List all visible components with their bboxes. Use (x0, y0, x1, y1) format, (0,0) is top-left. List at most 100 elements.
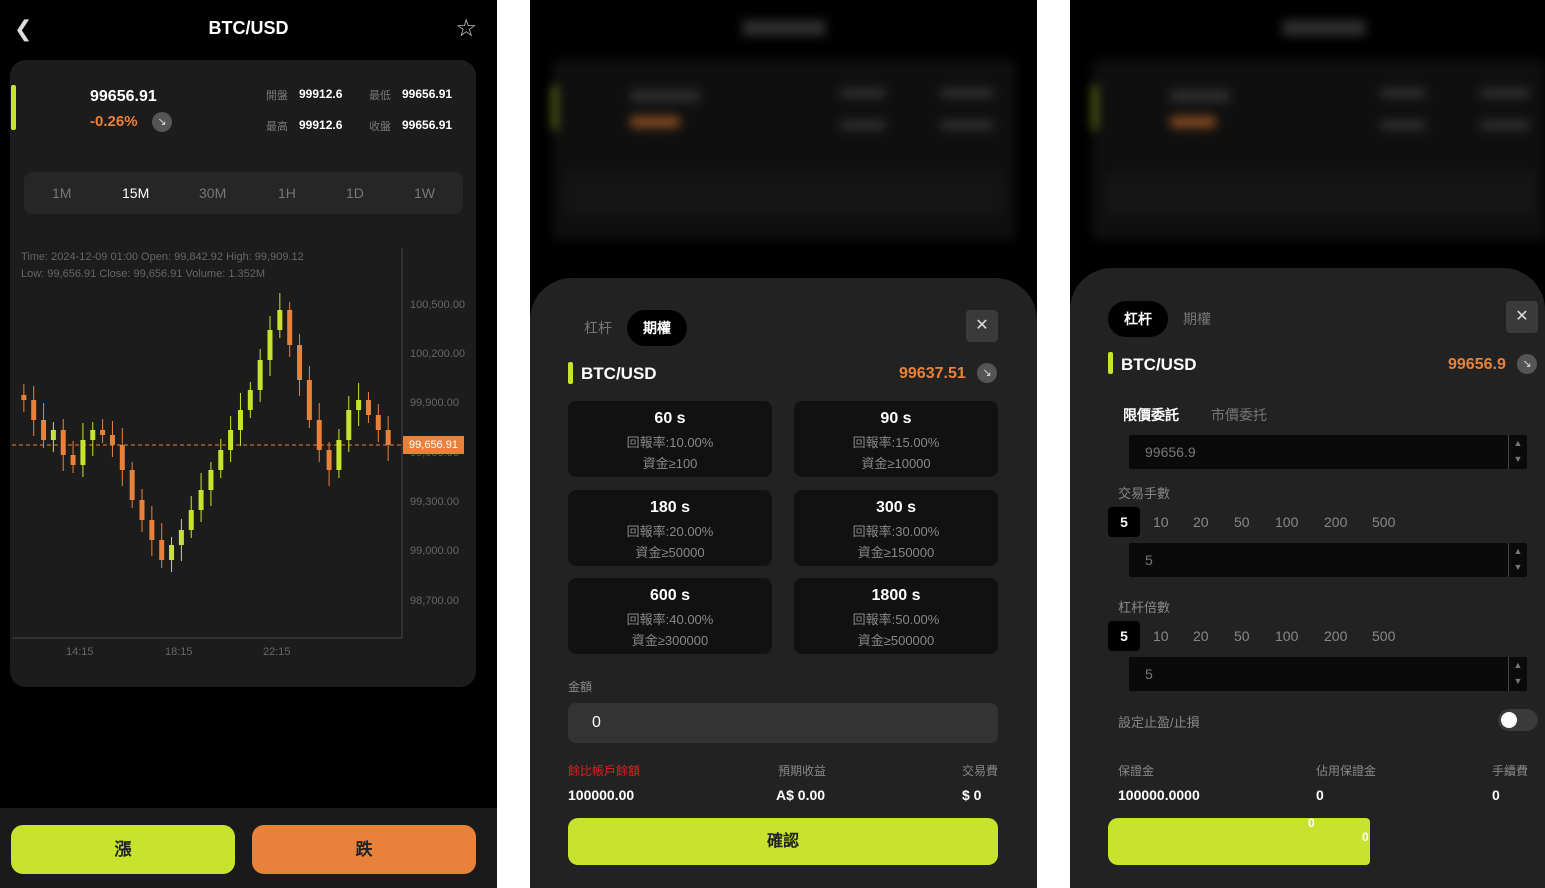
lots-chip[interactable]: 20 (1193, 514, 1209, 530)
option-min: 資金≥300000 (631, 633, 709, 648)
option-card[interactable]: 1800 s 回報率:50.00% 資金≥500000 (794, 578, 998, 654)
option-min: 資金≥50000 (635, 545, 705, 560)
tab-options[interactable]: 期權 (1167, 301, 1227, 337)
option-duration: 1800 s (871, 587, 921, 604)
lots-value: 5 (1145, 552, 1153, 568)
leverage-chip[interactable]: 200 (1324, 628, 1347, 644)
current-price-tag: 99,656.91 (403, 436, 464, 454)
close-icon[interactable]: ✕ (1506, 301, 1538, 333)
leverage-chip[interactable]: 10 (1153, 628, 1169, 644)
option-card[interactable]: 300 s 回報率:30.00% 資金≥150000 (794, 490, 998, 566)
lots-chip[interactable]: 5 (1108, 507, 1140, 537)
option-rate: 回報率:15.00% (852, 435, 940, 450)
option-rate: 回報率:50.00% (852, 612, 940, 627)
fall-button[interactable]: 跌 (252, 825, 476, 874)
close-icon[interactable]: ✕ (966, 310, 998, 342)
leverage-chip[interactable]: 100 (1275, 628, 1298, 644)
leverage-chip[interactable]: 50 (1234, 628, 1250, 644)
lots-stepper[interactable]: ▲ ▼ (1508, 543, 1527, 577)
y-tick: 100,200.00 (410, 348, 466, 360)
fee-value: 0 (1492, 787, 1500, 803)
leverage-input[interactable]: 5 ▲ ▼ (1129, 657, 1527, 691)
price-stepper[interactable]: ▲ ▼ (1508, 435, 1527, 469)
amount-input[interactable]: 0 (568, 703, 998, 743)
pair-price: 99656.9 (1448, 356, 1506, 373)
fee-value: $ 0 (962, 787, 982, 803)
option-duration: 300 s (875, 499, 917, 516)
option-duration: 600 s (649, 587, 691, 604)
lots-chip[interactable]: 500 (1372, 514, 1395, 530)
balance-value: 100000.00 (568, 787, 635, 803)
option-duration: 90 s (880, 410, 912, 427)
chart-screen: ❮ BTC/USD ☆ 99656.91 -0.26% ↘ 開盤 99912.6… (0, 0, 497, 888)
button-fragment: 0 (1308, 816, 1315, 830)
tab-leverage[interactable]: 杠杆 (1108, 301, 1168, 337)
option-min: 資金≥150000 (857, 545, 935, 560)
used-margin-label: 佔用保證金 (1316, 764, 1377, 778)
option-min: 資金≥500000 (857, 633, 935, 648)
option-card[interactable]: 60 s 回報率:10.00% 資金≥100 (568, 401, 772, 477)
accent-bar (568, 362, 573, 384)
rise-button[interactable]: 漲 (11, 825, 235, 874)
margin-label: 保證金 (1118, 764, 1155, 778)
button-fragment: 0 (1362, 830, 1369, 844)
lots-chip[interactable]: 100 (1275, 514, 1298, 530)
option-duration: 60 s (654, 410, 686, 427)
pair-name: BTC/USD (1121, 355, 1197, 374)
lots-chip[interactable]: 200 (1324, 514, 1347, 530)
y-tick: 98,700.00 (410, 595, 459, 607)
leverage-stepper[interactable]: ▲ ▼ (1508, 657, 1527, 691)
margin-value: 100000.0000 (1118, 787, 1200, 803)
y-tick: 99,300.00 (410, 496, 459, 508)
lots-chip[interactable]: 10 (1153, 514, 1169, 530)
tab-options[interactable]: 期權 (627, 310, 687, 346)
leverage-label: 杠杆倍數 (1118, 600, 1171, 615)
leverage-chip[interactable]: 20 (1193, 628, 1209, 644)
accent-bar (1108, 352, 1113, 374)
profit-value: A$ 0.00 (776, 787, 826, 803)
option-min: 資金≥100 (642, 456, 698, 471)
amount-label: 金額 (568, 680, 593, 694)
leverage-chip[interactable]: 5 (1108, 621, 1140, 651)
option-rate: 回報率:20.00% (626, 524, 714, 539)
leverage-chip[interactable]: 500 (1372, 628, 1395, 644)
tab-limit-order[interactable]: 限價委託 (1123, 405, 1179, 425)
option-card[interactable]: 180 s 回報率:20.00% 資金≥50000 (568, 490, 772, 566)
option-duration: 180 s (649, 499, 691, 516)
option-rate: 回報率:30.00% (852, 524, 940, 539)
option-card[interactable]: 90 s 回報率:15.00% 資金≥10000 (794, 401, 998, 477)
arrow-down-right-icon: ↘ (977, 363, 997, 383)
used-margin-value: 0 (1316, 787, 1324, 803)
option-card[interactable]: 600 s 回報率:40.00% 資金≥300000 (568, 578, 772, 654)
tab-market-order[interactable]: 市價委托 (1211, 405, 1267, 425)
stop-loss-label: 設定止盈/止損 (1118, 715, 1200, 730)
arrow-down-right-icon: ↘ (1517, 354, 1537, 374)
options-screen: 杠杆 期權 ✕ BTC/USD 99637.51 ↘ 60 s 回報率:10.0… (530, 0, 1037, 888)
x-tick: 14:15 (66, 646, 94, 658)
lots-chip[interactable]: 50 (1234, 514, 1250, 530)
stop-loss-toggle[interactable] (1498, 709, 1538, 731)
confirm-button[interactable]: 確認 (568, 818, 998, 865)
blurred-background (530, 0, 1037, 300)
option-min: 資金≥10000 (861, 456, 931, 471)
x-tick: 18:15 (165, 646, 193, 658)
fee-label: 交易費 (962, 764, 999, 778)
lots-input[interactable]: 5 ▲ ▼ (1129, 543, 1527, 577)
lots-label: 交易手數 (1118, 486, 1171, 501)
tab-leverage[interactable]: 杠杆 (568, 310, 628, 346)
balance-label: 餘比帳戶餘額 (568, 764, 641, 778)
limit-price-value: 99656.9 (1145, 444, 1196, 460)
limit-price-input[interactable]: 99656.9 ▲ ▼ (1129, 435, 1527, 469)
pair-price: 99637.51 (899, 365, 966, 382)
option-rate: 回報率:40.00% (626, 612, 714, 627)
y-tick: 99,900.00 (410, 397, 459, 409)
submit-button[interactable] (1108, 818, 1370, 865)
x-tick: 22:15 (263, 646, 291, 658)
leverage-value: 5 (1145, 666, 1153, 682)
y-tick: 100,500.00 (410, 299, 466, 311)
amount-value: 0 (592, 714, 601, 731)
option-rate: 回報率:10.00% (626, 435, 714, 450)
leverage-screen: 杠杆 期權 ✕ BTC/USD 99656.9 ↘ 限價委託 市價委托 9965… (1070, 0, 1545, 888)
fee-label: 手續費 (1492, 764, 1529, 778)
y-tick: 99,000.00 (410, 545, 459, 557)
